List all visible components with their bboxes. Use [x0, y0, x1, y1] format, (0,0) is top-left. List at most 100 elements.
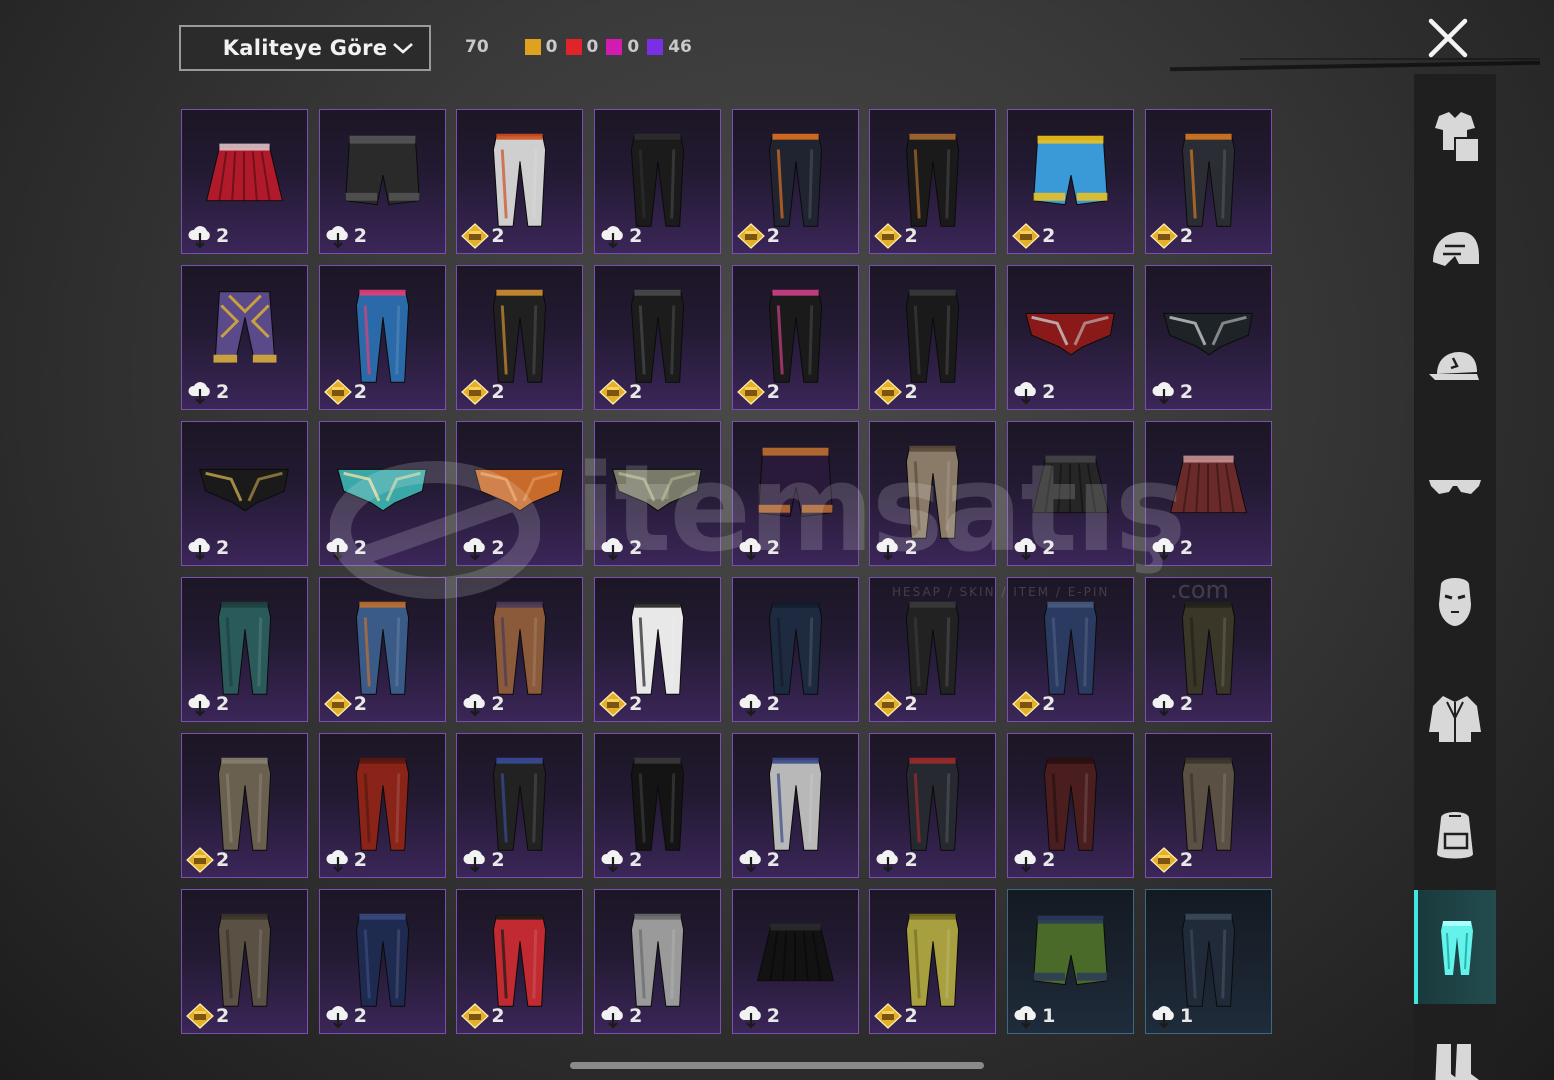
- item-count: 2: [491, 848, 505, 871]
- inventory-item[interactable]: 2: [456, 421, 584, 566]
- item-count: 2: [904, 536, 918, 559]
- inventory-item[interactable]: 1: [1144, 889, 1272, 1034]
- inventory-item[interactable]: 2: [1144, 733, 1272, 878]
- cloud-badge-icon: [1152, 1006, 1174, 1029]
- inventory-item[interactable]: 2: [594, 889, 722, 1034]
- inventory-item[interactable]: 2: [869, 265, 997, 410]
- crate-badge-icon: [1012, 691, 1041, 717]
- item-badge: 2: [461, 691, 505, 717]
- item-count: 2: [1179, 692, 1194, 715]
- inventory-item[interactable]: 2: [318, 421, 446, 566]
- item-badge: 2: [186, 379, 229, 405]
- inventory-item[interactable]: 2: [594, 421, 722, 566]
- cloud-badge-icon: [601, 850, 623, 873]
- item-counts: 70 0 0 0 46: [465, 34, 700, 60]
- item-count: 1: [1042, 1004, 1056, 1027]
- item-badge: 2: [874, 847, 918, 873]
- inventory-item[interactable]: 2: [456, 889, 584, 1034]
- outfit-icon: [1435, 112, 1480, 163]
- sidebar-item-glasses[interactable]: [1414, 442, 1496, 530]
- cloud-badge-icon: [876, 538, 899, 561]
- sidebar-item-outfit[interactable]: [1414, 92, 1496, 180]
- inventory-item[interactable]: 2: [869, 421, 997, 566]
- inventory-item[interactable]: 2: [594, 577, 722, 722]
- inventory-item[interactable]: 2: [318, 109, 446, 254]
- inventory-item[interactable]: 2: [456, 265, 584, 410]
- inventory-item[interactable]: 2: [181, 265, 308, 410]
- inventory-item[interactable]: 2: [731, 109, 859, 254]
- inventory-item[interactable]: 2: [731, 265, 859, 410]
- inventory-item[interactable]: 2: [1144, 109, 1272, 254]
- inventory-item[interactable]: 2: [869, 577, 997, 722]
- sidebar-item-helmet[interactable]: [1414, 208, 1496, 296]
- item-count: 1: [1179, 1004, 1194, 1027]
- item-count: 2: [353, 1004, 367, 1027]
- inventory-item[interactable]: 2: [731, 889, 859, 1034]
- inventory-item[interactable]: 2: [456, 577, 584, 722]
- inventory-item[interactable]: 2: [181, 577, 308, 722]
- cloud-badge-icon: [463, 850, 486, 873]
- inventory-item[interactable]: 2: [1007, 265, 1135, 410]
- sidebar-item-mask[interactable]: [1414, 556, 1496, 644]
- sidebar-item-boots[interactable]: [1414, 1020, 1496, 1080]
- sidebar-item-cap[interactable]: [1414, 326, 1496, 414]
- inventory-item[interactable]: 2: [456, 109, 584, 254]
- rarity-count-value: 0: [586, 37, 599, 57]
- inventory-item[interactable]: 2: [181, 889, 308, 1034]
- item-badge: 2: [461, 379, 505, 405]
- crate-badge-icon: [323, 691, 352, 717]
- inventory-item[interactable]: 2: [181, 421, 308, 566]
- sidebar-item-pants[interactable]: [1414, 890, 1496, 1004]
- item-badge: 2: [1149, 847, 1193, 873]
- inventory-item[interactable]: 2: [456, 733, 584, 878]
- cloud-badge-icon: [739, 850, 761, 873]
- inventory-item[interactable]: 2: [1144, 577, 1272, 722]
- inventory-item[interactable]: 2: [1144, 421, 1272, 566]
- inventory-item[interactable]: 2: [1007, 109, 1135, 254]
- crate-badge-icon: [736, 379, 765, 405]
- item-badge: 2: [599, 847, 642, 873]
- inventory-item[interactable]: 2: [318, 265, 446, 410]
- item-badge: 2: [186, 847, 229, 873]
- inventory-item[interactable]: 2: [1007, 421, 1135, 566]
- inventory-item[interactable]: 2: [869, 109, 997, 254]
- inventory-item[interactable]: 1: [1007, 889, 1135, 1034]
- crate-badge-icon: [186, 847, 214, 873]
- item-count: 2: [216, 848, 230, 871]
- inventory-item[interactable]: 2: [594, 265, 722, 410]
- sidebar-item-backpack[interactable]: [1414, 790, 1496, 878]
- cloud-badge-icon: [326, 226, 348, 249]
- item-badge: 2: [323, 379, 367, 405]
- boots-icon: [1435, 1044, 1479, 1080]
- cloud-badge-icon: [1152, 538, 1174, 561]
- crate-badge-icon: [1149, 847, 1178, 873]
- inventory-item[interactable]: 2: [869, 889, 997, 1034]
- item-badge: 2: [324, 1003, 367, 1029]
- inventory-item[interactable]: 2: [869, 733, 997, 878]
- inventory-item[interactable]: 2: [731, 577, 859, 722]
- item-count: 2: [491, 1004, 505, 1027]
- item-badge: 2: [186, 535, 229, 561]
- cloud-badge-icon: [1014, 850, 1036, 873]
- item-badge: 2: [874, 535, 918, 561]
- item-count: 2: [766, 380, 780, 403]
- item-count: 2: [629, 536, 643, 559]
- item-badge: 2: [324, 535, 367, 561]
- glasses-icon: [1429, 480, 1481, 494]
- inventory-item[interactable]: 2: [318, 733, 446, 878]
- close-icon[interactable]: [1426, 16, 1470, 60]
- inventory-item[interactable]: 2: [1007, 733, 1135, 878]
- inventory-item[interactable]: 2: [1007, 577, 1135, 722]
- inventory-item[interactable]: 2: [731, 421, 859, 566]
- inventory-item[interactable]: 2: [594, 733, 722, 878]
- sort-dropdown[interactable]: Kaliteye Göre: [179, 25, 431, 71]
- inventory-item[interactable]: 2: [731, 733, 859, 878]
- inventory-item[interactable]: 2: [318, 889, 446, 1034]
- inventory-item[interactable]: 2: [594, 109, 722, 254]
- inventory-item[interactable]: 2: [1144, 265, 1272, 410]
- sidebar-item-jacket[interactable]: [1414, 674, 1496, 762]
- inventory-item[interactable]: 2: [181, 733, 308, 878]
- item-badge: 2: [736, 223, 780, 249]
- inventory-item[interactable]: 2: [318, 577, 446, 722]
- inventory-item[interactable]: 2: [181, 109, 308, 254]
